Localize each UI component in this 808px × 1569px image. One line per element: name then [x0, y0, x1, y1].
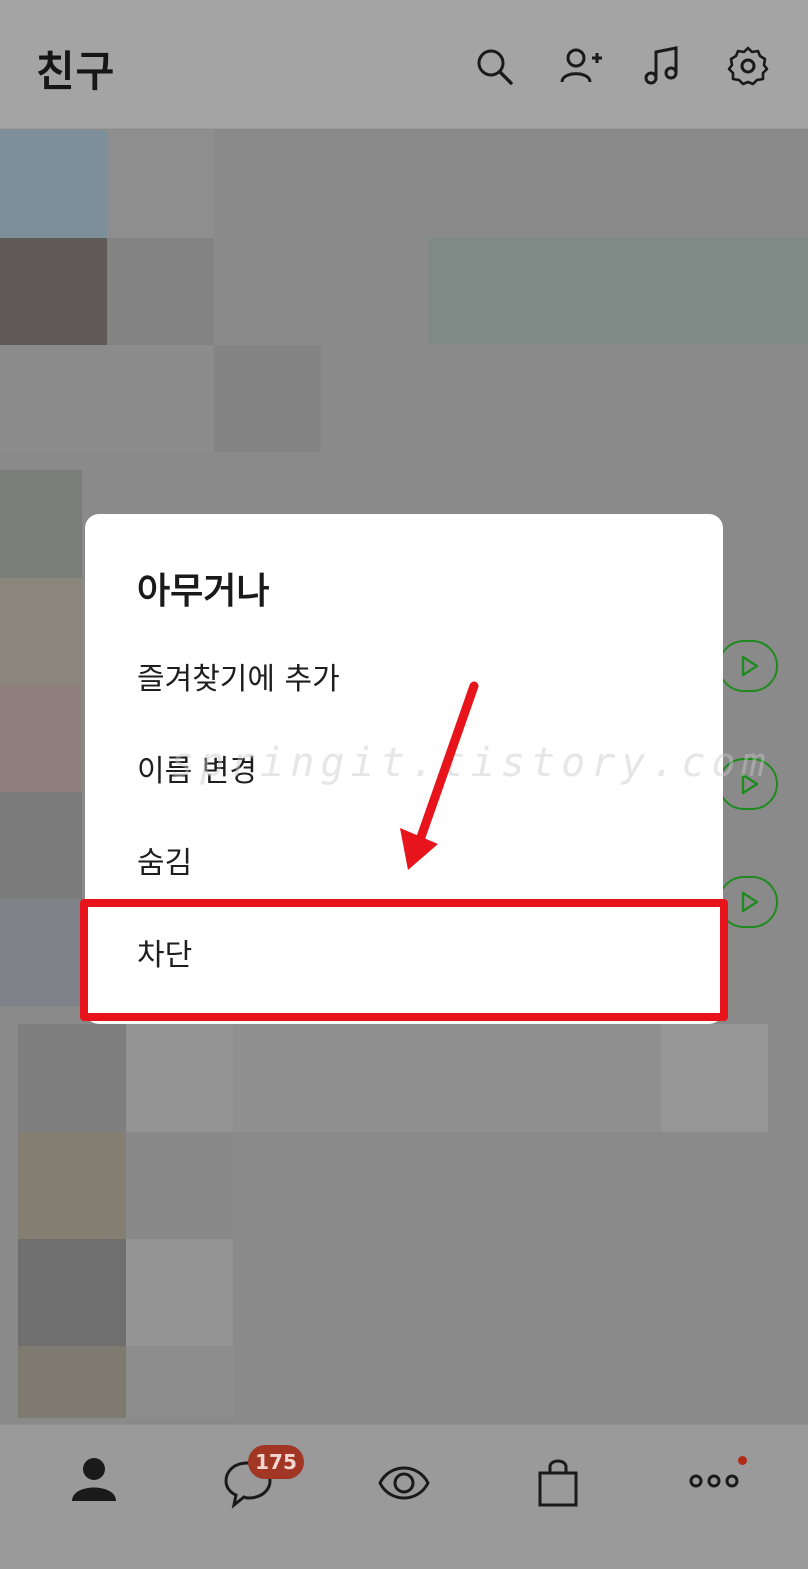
blurred-block — [661, 1024, 768, 1132]
friends-icon[interactable] — [64, 1455, 124, 1511]
settings-icon[interactable] — [726, 44, 770, 88]
blurred-block — [126, 1132, 233, 1239]
play-icon — [741, 891, 759, 913]
play-button[interactable] — [718, 640, 778, 692]
add-friend-icon[interactable] — [558, 44, 602, 88]
notification-dot — [738, 1456, 747, 1465]
more-icon[interactable] — [684, 1455, 744, 1511]
play-icon — [741, 655, 759, 677]
blurred-block — [0, 899, 82, 1006]
shopping-icon[interactable] — [528, 1455, 588, 1511]
arrow-annotation — [400, 681, 479, 870]
blurred-block — [0, 238, 107, 345]
blurred-block — [214, 345, 321, 452]
blurred-block — [126, 1239, 233, 1346]
blurred-block — [126, 1024, 233, 1132]
chat-badge: 175 — [248, 1445, 304, 1479]
blurred-block — [107, 130, 214, 238]
blurred-block — [0, 130, 107, 238]
app-header: 친구 — [0, 0, 808, 129]
blurred-block — [0, 792, 82, 899]
view-icon[interactable] — [374, 1455, 434, 1511]
blurred-block — [18, 1346, 126, 1418]
blurred-block — [233, 1024, 661, 1132]
blurred-block — [0, 345, 214, 452]
blurred-block — [428, 238, 808, 345]
blurred-block — [18, 1132, 126, 1239]
blurred-block — [107, 238, 214, 345]
search-icon[interactable] — [472, 44, 516, 88]
page-title: 친구 — [36, 47, 116, 96]
option-label: 숨김 — [137, 846, 193, 881]
blurred-block — [0, 685, 82, 792]
blurred-block — [126, 1346, 233, 1418]
option-label: 즐겨찾기에 추가 — [137, 662, 340, 697]
blurred-block — [0, 470, 82, 578]
music-icon[interactable] — [642, 44, 686, 88]
highlight-box — [80, 899, 728, 1021]
blurred-block — [18, 1024, 126, 1132]
screen: 친구 175 아무거나 즐겨찾기에 추가 이름 변경 숨김 차단 springi… — [0, 0, 808, 1569]
dialog-title: 아무거나 — [137, 571, 270, 612]
blurred-block — [0, 578, 82, 685]
blurred-block — [18, 1239, 126, 1346]
